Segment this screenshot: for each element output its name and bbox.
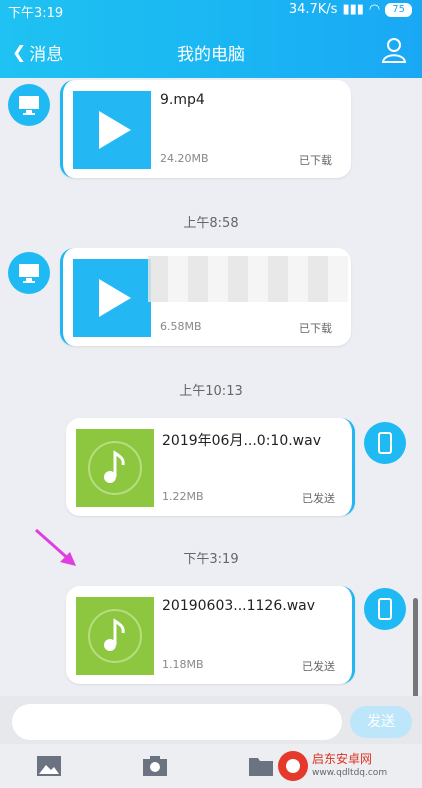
phone-icon	[378, 598, 392, 620]
time-label: 上午10:13	[179, 384, 243, 399]
monitor-icon	[19, 96, 39, 115]
file-size: 24.20MB	[160, 152, 209, 165]
site-watermark: 启东安卓网 www.qdltdq.com	[278, 744, 418, 788]
file-message[interactable]: 2019年06月...0:10.wav 1.22MB 已发送	[66, 418, 355, 516]
play-icon	[99, 111, 131, 149]
watermark-name: 启东安卓网	[312, 752, 373, 766]
chat-area[interactable]: 9.mp4 24.20MB 已下载 上午8:58 6.58MB 已下载 上午10…	[0, 78, 422, 696]
file-size: 1.18MB	[162, 658, 204, 671]
header: 下午3:19 34.7K/s ▮▮▮ ◠ 75 ❮ 消息 我的电脑	[0, 0, 422, 78]
status-time: 下午3:19	[8, 6, 64, 21]
file-message[interactable]: 20190603...1126.wav 1.18MB 已发送	[66, 586, 355, 684]
image-icon[interactable]	[36, 754, 62, 778]
phone-icon	[378, 432, 392, 454]
monitor-icon	[19, 264, 39, 283]
send-button[interactable]: 发送	[350, 706, 412, 738]
network-speed: 34.7K/s	[288, 2, 338, 17]
signal-icon: ▮▮▮	[342, 2, 364, 17]
phone-avatar	[364, 588, 406, 630]
file-message[interactable]: 9.mp4 24.20MB 已下载	[60, 80, 351, 178]
music-note-icon	[88, 441, 142, 495]
file-size: 1.22MB	[162, 490, 204, 503]
pointer-arrow-icon	[35, 528, 76, 566]
file-status: 已发送	[302, 660, 335, 673]
status-icons: 34.7K/s ▮▮▮ ◠ 75	[289, 2, 412, 17]
audio-thumbnail	[76, 429, 154, 507]
computer-avatar	[8, 252, 50, 294]
video-thumbnail	[73, 259, 151, 337]
play-icon	[99, 279, 131, 317]
watermark-text: 启东安卓网 www.qdltdq.com	[312, 752, 387, 780]
input-row: 发送	[0, 696, 422, 744]
battery-icon: 75	[385, 2, 412, 17]
phone-avatar	[364, 422, 406, 464]
time-label: 上午8:58	[183, 216, 239, 231]
music-note-icon	[88, 609, 142, 663]
camera-icon[interactable]	[142, 754, 168, 778]
audio-thumbnail	[76, 597, 154, 675]
file-status: 已下载	[299, 154, 332, 167]
watermark-url: www.qdltdq.com	[312, 768, 388, 778]
person-icon[interactable]	[380, 36, 408, 64]
scrollbar[interactable]	[413, 598, 418, 696]
folder-icon[interactable]	[248, 754, 274, 778]
file-status: 已发送	[302, 492, 335, 505]
blurred-filename-mask	[148, 256, 348, 302]
wifi-icon: ◠	[368, 2, 381, 17]
file-name: 20190603...1126.wav	[162, 598, 316, 614]
status-bar: 下午3:19 34.7K/s ▮▮▮ ◠ 75	[0, 0, 422, 22]
message-input[interactable]	[12, 704, 342, 740]
file-size: 6.58MB	[160, 320, 202, 333]
file-name: 9.mp4	[160, 92, 205, 108]
video-thumbnail	[73, 91, 151, 169]
page-title: 我的电脑	[177, 45, 245, 65]
file-status: 已下载	[299, 322, 332, 335]
watermark-logo	[278, 751, 308, 781]
file-name: 2019年06月...0:10.wav	[162, 433, 321, 449]
computer-avatar	[8, 84, 50, 126]
